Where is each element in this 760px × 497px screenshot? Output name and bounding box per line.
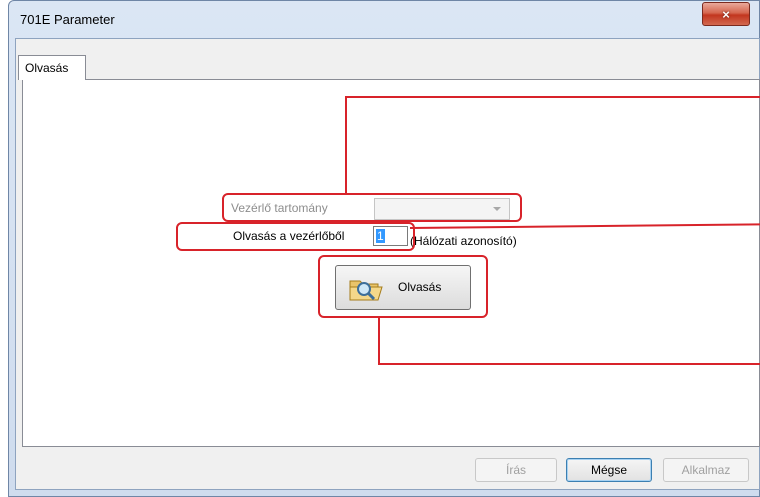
callout-box-read-button [318,255,488,318]
title-bar[interactable]: 701E Parameter × [8,0,760,40]
callout-line [345,96,760,98]
callout-line [378,363,760,365]
callout-line [378,317,380,365]
network-id-hint: (Hálózati azonosító) [410,234,517,248]
close-icon: × [722,6,730,22]
close-button[interactable]: × [702,2,750,26]
apply-button-label: Alkalmaz [681,463,731,477]
write-button[interactable]: Írás [475,458,557,482]
cancel-button-label: Mégse [590,463,628,477]
window-title: 701E Parameter [20,12,115,27]
dialog-window: 701E Parameter × Olvasás Vezérlő tartomá… [0,0,760,497]
write-button-label: Írás [505,463,526,477]
callout-line [345,96,347,194]
callout-box-read-from-controller [176,222,415,251]
apply-button[interactable]: Alkalmaz [663,458,749,482]
callout-box-controller-range [222,193,522,222]
cancel-button[interactable]: Mégse [566,458,652,482]
tab-label: Olvasás [25,61,69,75]
tab-olvasas[interactable]: Olvasás [18,55,86,80]
